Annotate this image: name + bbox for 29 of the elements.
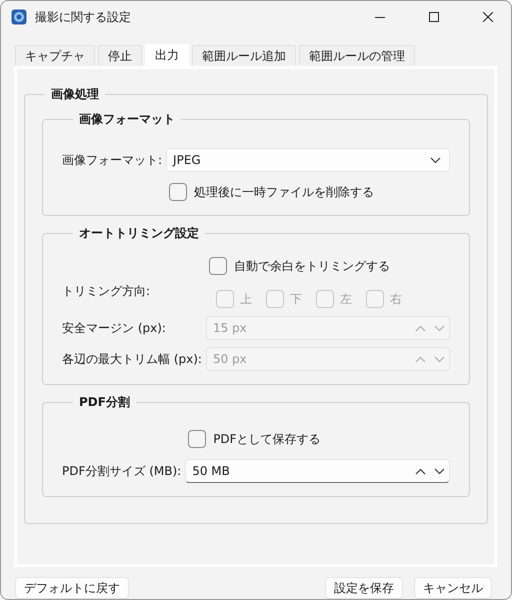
group-title: PDF分割 [78, 394, 131, 411]
dialog-button[interactable]: 設定を保存 [325, 577, 403, 599]
group-title: 画像フォーマット [78, 111, 176, 128]
group-title: オートトリミング設定 [78, 225, 200, 242]
group-title: 画像処理 [50, 86, 100, 103]
field-label: 安全マージン (px): [62, 320, 167, 336]
maximize-icon [429, 12, 439, 22]
chevron-down-icon[interactable] [434, 468, 445, 474]
tab[interactable]: キャプチャ [15, 45, 95, 66]
field-label: トリミング方向: [62, 283, 152, 300]
format-dropdown[interactable]: JPEG [166, 148, 450, 172]
window-title: 撮影に関する設定 [35, 8, 132, 26]
number-spinbox[interactable]: 50 MB [185, 459, 450, 483]
tab[interactable]: 範囲ルールの管理 [299, 45, 415, 66]
close-icon [483, 12, 493, 22]
tab[interactable]: 出力 [145, 44, 189, 66]
checkbox[interactable]: 自動で余白をトリミングする [206, 256, 450, 276]
app-icon [11, 9, 27, 25]
field-label: 画像フォーマット: [62, 152, 162, 168]
reset-button[interactable]: デフォルトに戻す [15, 577, 129, 599]
tab[interactable]: 範囲ルール追加 [192, 45, 296, 66]
tab[interactable]: 停止 [98, 45, 142, 66]
checkbox[interactable]: 処理後に一時ファイルを削除する [166, 182, 450, 202]
chevron-up-icon[interactable] [415, 468, 426, 474]
field-label: 各辺の最大トリム幅 (px): [62, 350, 202, 368]
dialog-button[interactable]: キャンセル [414, 577, 492, 599]
chevron-down-icon[interactable] [430, 156, 441, 164]
field-label: PDF分割サイズ (MB): [62, 462, 182, 480]
checkbox[interactable]: PDFとして保存する [185, 429, 450, 449]
